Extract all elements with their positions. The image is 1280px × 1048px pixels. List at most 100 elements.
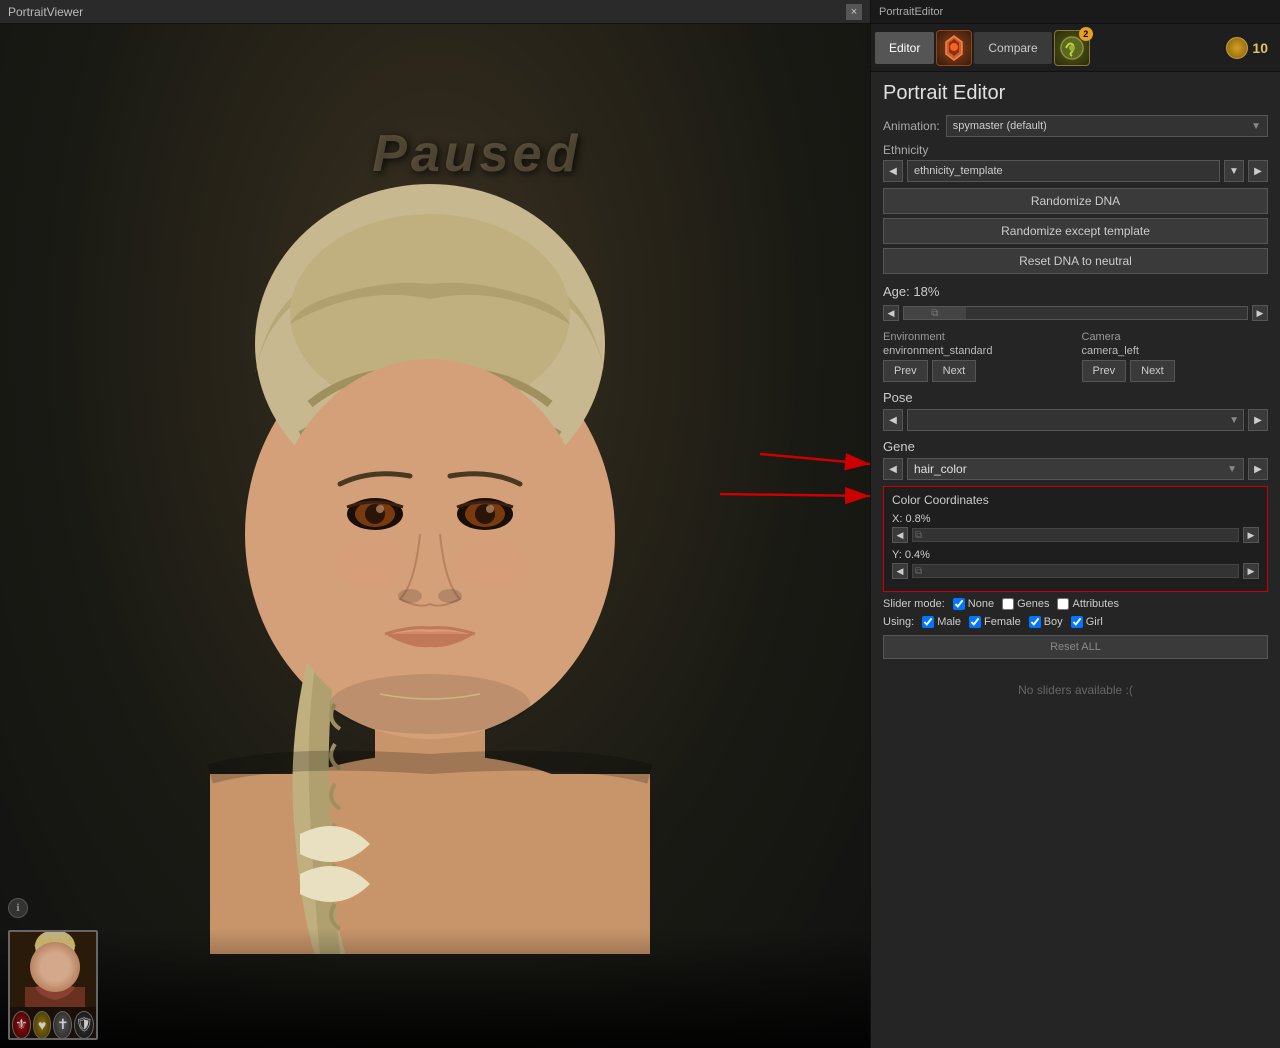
gene-next-btn[interactable]: ▶: [1248, 458, 1268, 480]
coord-x-left-btn[interactable]: ◀: [892, 527, 908, 543]
age-slider-thumb-icon: ⧉: [931, 308, 938, 319]
reset-all-btn[interactable]: Reset ALL: [883, 635, 1268, 659]
female-checkbox-item: Female: [969, 616, 1021, 628]
cam-prev-btn[interactable]: Prev: [1082, 360, 1127, 382]
boy-label: Boy: [1044, 616, 1063, 628]
panel-tabs: Editor Compare 2 10: [871, 24, 1280, 72]
attributes-checkbox-item: Attributes: [1057, 598, 1118, 610]
coord-y-slider[interactable]: ◀ ⧉ ▶: [892, 563, 1259, 579]
environment-label: Environment: [883, 331, 1070, 343]
badge-shield: 🛡: [74, 1011, 94, 1039]
randomize-dna-btn[interactable]: Randomize DNA: [883, 188, 1268, 214]
pose-dropdown[interactable]: ▼: [907, 409, 1244, 431]
coord-y-right-btn[interactable]: ▶: [1243, 563, 1259, 579]
pose-value: [912, 413, 915, 427]
right-panel: PortraitEditor Editor Compare 2 1: [870, 0, 1280, 1048]
tab-compare[interactable]: Compare: [974, 32, 1051, 64]
using-label: Using:: [883, 616, 914, 628]
boy-checkbox[interactable]: [1029, 616, 1041, 628]
girl-checkbox[interactable]: [1071, 616, 1083, 628]
badge-heraldry: ⚜: [12, 1011, 31, 1039]
cam-next-btn[interactable]: Next: [1130, 360, 1175, 382]
coord-x-icon: ⧉: [915, 530, 922, 541]
tab-icon-1[interactable]: [936, 30, 972, 66]
portrait-badges: ⚜ ♥ ✝ 🛡: [10, 1007, 96, 1040]
ethnicity-row: ◀ ethnicity_template ▼ ▶: [883, 160, 1268, 182]
gene-dropdown[interactable]: hair_color ▼: [907, 458, 1244, 480]
viewport: Paused: [0, 24, 870, 1048]
gene-label: Gene: [883, 439, 1268, 454]
coord-y-track[interactable]: ⧉: [912, 564, 1239, 578]
cam-nav-row: Prev Next: [1082, 360, 1269, 382]
ethnicity-label: Ethnicity: [883, 143, 1268, 157]
env-camera-row: Environment environment_standard Prev Ne…: [883, 331, 1268, 382]
pose-label: Pose: [883, 390, 1268, 405]
ethnicity-dropdown[interactable]: ethnicity_template: [907, 160, 1220, 182]
attributes-checkbox[interactable]: [1057, 598, 1069, 610]
age-label: Age: 18%: [883, 284, 1268, 299]
animation-dropdown-arrow: ▼: [1251, 121, 1261, 132]
reset-dna-btn[interactable]: Reset DNA to neutral: [883, 248, 1268, 274]
pose-prev-btn[interactable]: ◀: [883, 409, 903, 431]
age-slider-left[interactable]: ◀: [883, 305, 899, 321]
female-checkbox[interactable]: [969, 616, 981, 628]
ethnicity-next-btn[interactable]: ▶: [1248, 160, 1268, 182]
env-nav-row: Prev Next: [883, 360, 1070, 382]
panel-titlebar: PortraitEditor: [871, 0, 1280, 24]
boy-checkbox-item: Boy: [1029, 616, 1063, 628]
age-slider[interactable]: ◀ ⧉ ▶: [883, 303, 1268, 323]
male-checkbox-item: Male: [922, 616, 961, 628]
portrait-thumbnail: [10, 932, 96, 1007]
pose-row: ◀ ▼ ▶: [883, 409, 1268, 431]
color-coordinates-box: Color Coordinates X: 0.8% ◀ ⧉ ▶ Y: 0.4% …: [883, 486, 1268, 592]
indicator-icon[interactable]: ℹ: [8, 898, 28, 918]
panel-content: Portrait Editor Animation: spymaster (de…: [871, 72, 1280, 727]
male-checkbox[interactable]: [922, 616, 934, 628]
coord-x-track[interactable]: ⧉: [912, 528, 1239, 542]
gene-prev-btn[interactable]: ◀: [883, 458, 903, 480]
close-button[interactable]: ×: [846, 4, 862, 20]
coord-y-label: Y: 0.4%: [892, 549, 1259, 561]
gene-row: ◀ hair_color ▼ ▶: [883, 458, 1268, 480]
coord-x-right-btn[interactable]: ▶: [1243, 527, 1259, 543]
female-label: Female: [984, 616, 1021, 628]
coord-y-left-btn[interactable]: ◀: [892, 563, 908, 579]
attributes-label: Attributes: [1072, 598, 1118, 610]
age-slider-track[interactable]: ⧉: [903, 306, 1248, 320]
section-title: Portrait Editor: [883, 82, 1268, 105]
animation-label: Animation:: [883, 119, 940, 133]
genes-checkbox[interactable]: [1002, 598, 1014, 610]
gene-dropdown-arrow: ▼: [1227, 464, 1237, 475]
animation-dropdown[interactable]: spymaster (default) ▼: [946, 115, 1268, 137]
tab-count-badge: 2: [1079, 27, 1093, 41]
girl-checkbox-item: Girl: [1071, 616, 1103, 628]
slider-mode-row: Slider mode: None Genes Attributes: [883, 598, 1268, 610]
none-label: None: [968, 598, 994, 610]
env-prev-btn[interactable]: Prev: [883, 360, 928, 382]
age-slider-right[interactable]: ▶: [1252, 305, 1268, 321]
gold-count: 10: [1252, 40, 1268, 56]
tab-editor[interactable]: Editor: [875, 32, 934, 64]
coord-x-slider[interactable]: ◀ ⧉ ▶: [892, 527, 1259, 543]
pose-dropdown-arrow: ▼: [1229, 415, 1239, 426]
coord-y-icon: ⧉: [915, 566, 922, 577]
camera-label: Camera: [1082, 331, 1269, 343]
camera-value: camera_left: [1082, 345, 1269, 357]
env-next-btn[interactable]: Next: [932, 360, 977, 382]
using-row: Using: Male Female Boy Girl: [883, 616, 1268, 628]
gene-value: hair_color: [914, 462, 967, 476]
panel-title: PortraitEditor: [879, 6, 943, 18]
tab-icon-2[interactable]: 2: [1054, 30, 1090, 66]
animation-value: spymaster (default): [953, 120, 1047, 132]
bottom-bar: ⚜ ♥ ✝ 🛡: [0, 928, 870, 1048]
ethnicity-dropdown-btn[interactable]: ▼: [1224, 160, 1244, 182]
randomize-except-btn[interactable]: Randomize except template: [883, 218, 1268, 244]
environment-col: Environment environment_standard Prev Ne…: [883, 331, 1070, 382]
ethnicity-prev-btn[interactable]: ◀: [883, 160, 903, 182]
girl-label: Girl: [1086, 616, 1103, 628]
pose-next-btn[interactable]: ▶: [1248, 409, 1268, 431]
none-checkbox[interactable]: [953, 598, 965, 610]
color-coords-title: Color Coordinates: [892, 493, 1259, 507]
no-sliders-text: No sliders available :(: [883, 663, 1268, 717]
ethnicity-value: ethnicity_template: [914, 165, 1003, 177]
